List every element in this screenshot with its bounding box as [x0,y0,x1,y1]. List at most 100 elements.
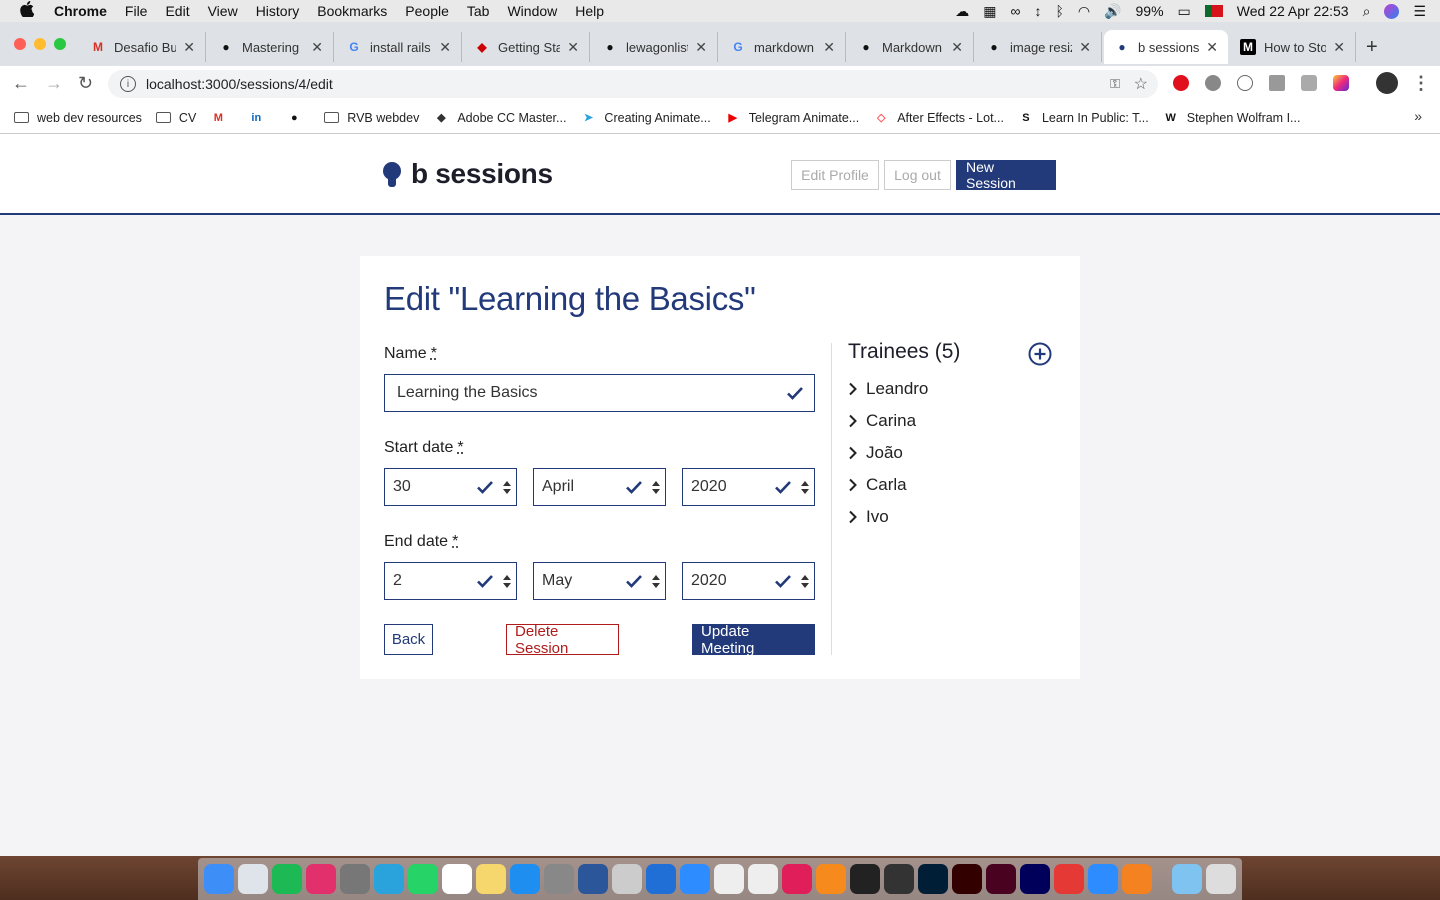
menu-edit[interactable]: Edit [165,3,189,19]
trainee-item[interactable]: João [848,443,903,463]
browser-tab[interactable]: Ginstall rails ✕ [336,32,462,62]
instagram-extension-icon[interactable] [1333,75,1349,91]
close-tab-icon[interactable]: ✕ [695,39,707,56]
browser-tab[interactable]: Gmarkdown ✕ [720,32,846,62]
close-tab-icon[interactable]: ✕ [951,39,963,56]
cloud-icon[interactable]: ☁ [955,3,969,20]
bookmark-item[interactable]: web dev resources [14,111,142,125]
script-editor-dock-icon[interactable] [612,864,642,894]
opera-extension-icon[interactable] [1173,75,1189,91]
whatsapp-dock-icon[interactable] [408,864,438,894]
browser-tab[interactable]: ● Markdown ✕ [848,32,974,62]
menu-window[interactable]: Window [507,3,557,19]
menu-people[interactable]: People [405,3,449,19]
datetime[interactable]: Wed 22 Apr 22:53 [1237,3,1349,19]
system-preferences-dock-icon[interactable] [544,864,574,894]
new-session-button[interactable]: New Session [956,159,1056,191]
site-logo[interactable]: b sessions [383,158,553,190]
browser-tab[interactable]: M How to Sto ✕ [1230,32,1356,62]
delete-session-button[interactable]: Delete Session [506,623,619,657]
menu-app-name[interactable]: Chrome [54,3,107,19]
battery-text[interactable]: 99% [1136,3,1164,19]
bookmark-item[interactable]: CV [155,111,196,125]
log-out-button[interactable]: Log out [884,160,951,190]
zoom-window-button[interactable] [54,38,66,50]
address-url[interactable]: localhost:3000/sessions/4/edit [146,76,333,92]
start-year-select[interactable]: 2020 [682,468,815,506]
illustrator-dock-icon[interactable] [952,864,982,894]
close-tab-icon[interactable]: ✕ [1079,39,1091,56]
photos-dock-icon[interactable] [714,864,744,894]
browser-tab[interactable]: ● image resiz ✕ [976,32,1102,62]
site-info-icon[interactable]: i [120,76,136,92]
end-year-select[interactable]: 2020 [682,562,815,600]
bookmark-item[interactable]: ◇ After Effects - Lot... [873,111,1004,125]
finder-dock-icon[interactable] [204,864,234,894]
bookmark-star-icon[interactable]: ☆ [1134,74,1148,94]
forward-arrow-icon[interactable]: → [45,73,63,94]
minimize-window-button[interactable] [34,38,46,50]
bookmark-item[interactable]: ➤ Creating Animate... [580,111,711,125]
touch-dock-icon[interactable] [1054,864,1084,894]
after-effects-dock-icon[interactable] [1020,864,1050,894]
spotify-dock-icon[interactable] [272,864,302,894]
zoom-video-dock-icon[interactable] [680,864,710,894]
start-month-select[interactable]: April [533,468,666,506]
wifi-icon[interactable]: ◠ [1078,3,1090,20]
drive-extension-icon[interactable] [1205,75,1221,91]
start-day-select[interactable]: 30 [384,468,517,506]
trainee-item[interactable]: Ivo [848,507,889,527]
close-tab-icon[interactable]: ✕ [311,39,323,56]
quicktime-dock-icon[interactable] [646,864,676,894]
folder-dock-icon[interactable] [1172,864,1202,894]
arrow-updown-icon[interactable]: ↕ [1034,3,1041,19]
trash-dock-icon[interactable] [1206,864,1236,894]
instagram-dock-icon[interactable] [306,864,336,894]
flag-icon[interactable] [1204,5,1223,17]
glasses-icon[interactable]: ∞ [1010,3,1020,19]
grid-icon[interactable]: ▦ [983,3,996,20]
code-extension-icon[interactable] [1237,75,1253,91]
calendar-dock-icon[interactable] [442,864,472,894]
siri-icon[interactable] [1384,3,1400,19]
menu-history[interactable]: History [256,3,300,19]
bookmark-item[interactable]: ▶ Telegram Animate... [725,111,860,125]
slack-dock-icon[interactable] [782,864,812,894]
apple-icon[interactable] [20,1,38,21]
menu-bookmarks[interactable]: Bookmarks [317,3,387,19]
end-month-select[interactable]: May [533,562,666,600]
bookmark-item[interactable]: RVB webdev [324,111,419,125]
notification-center-icon[interactable]: ☰ [1413,3,1426,20]
bookmark-item[interactable]: S Learn In Public: T... [1018,111,1148,125]
sublime-text-dock-icon[interactable] [816,864,846,894]
menu-tab[interactable]: Tab [467,3,490,19]
close-tab-icon[interactable]: ✕ [567,39,579,56]
close-tab-icon[interactable]: ✕ [823,39,835,56]
indesign-dock-icon[interactable] [986,864,1016,894]
trainee-item[interactable]: Leandro [848,379,928,399]
notes-dock-icon[interactable] [476,864,506,894]
trainee-item[interactable]: Carla [848,475,907,495]
preview-dock-icon[interactable] [748,864,778,894]
browser-tab[interactable]: ● b sessions ✕ [1104,30,1228,64]
browser-tab[interactable]: ● Mastering ✕ [208,32,334,62]
terminal-dock-icon[interactable] [850,864,880,894]
update-meeting-button[interactable]: Update Meeting [692,623,815,657]
edit-profile-button[interactable]: Edit Profile [791,160,879,190]
vlc-dock-icon[interactable] [1122,864,1152,894]
word-dock-icon[interactable] [578,864,608,894]
menu-view[interactable]: View [208,3,238,19]
volume-icon[interactable]: 🔊 [1104,3,1121,20]
battery-icon[interactable]: ▭ [1178,3,1191,20]
trainee-item[interactable]: Carina [848,411,916,431]
eyedropper-extension-icon[interactable] [1269,75,1285,91]
back-arrow-icon[interactable]: ← [12,73,30,94]
key-icon[interactable]: ⚿ [1110,76,1120,92]
browser-menu-icon[interactable]: ⋮ [1412,73,1430,94]
more-bookmarks-icon[interactable]: » [1414,108,1422,124]
browser-tab[interactable]: ◆ Getting Sta ✕ [464,32,590,62]
bookmark-item[interactable]: ● [286,111,310,125]
chrome-dock-icon[interactable] [238,864,268,894]
bookmark-item[interactable]: W Stephen Wolfram I... [1163,111,1301,125]
close-tab-icon[interactable]: ✕ [1206,39,1218,56]
